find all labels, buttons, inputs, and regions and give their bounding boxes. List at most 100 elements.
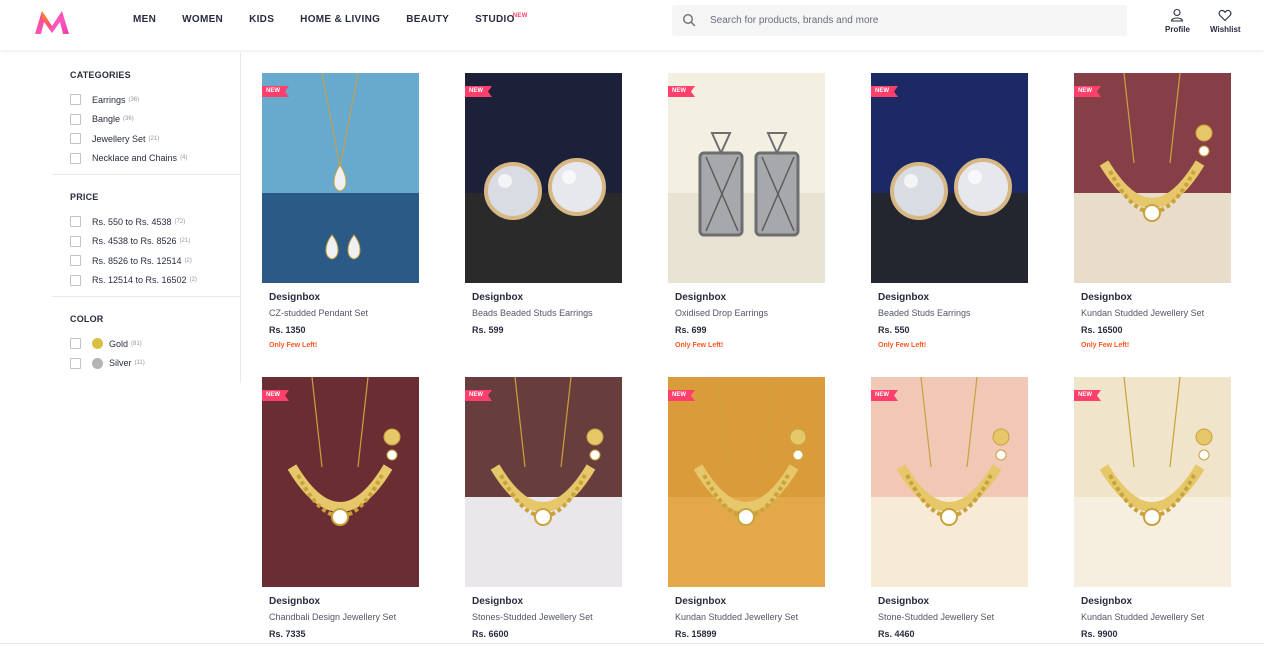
filter-option-count: (2) [189, 277, 197, 284]
categories-filter: CATEGORIES Earrings (36) Bangle (36) Jewelle… [52, 53, 240, 175]
wishlist-label: Wishlist [1210, 25, 1241, 34]
search-icon[interactable] [682, 13, 696, 27]
product-image[interactable]: NEW [871, 73, 1028, 283]
stock-warning: Only Few Left! [269, 342, 318, 349]
product-info: Designbox Kundan Studded Jewellery Set R… [1074, 283, 1231, 350]
product-price: Rs. 699 [675, 325, 707, 335]
product-brand: Designbox [675, 292, 727, 303]
filter-option-label: Earrings [92, 94, 126, 105]
nav-item[interactable]: STUDIO NEW [475, 13, 527, 26]
product-image[interactable]: NEW [262, 73, 419, 283]
product-price: Rs. 4460 [878, 629, 915, 639]
product-card[interactable]: NEW Designbox Beaded Studs Earrings Rs. … [871, 73, 1028, 350]
product-card[interactable]: NEW Designbox Kundan Studded Jewellery S… [1074, 377, 1231, 641]
new-tag: NEW [512, 13, 528, 19]
nav-label: HOME & LIVING [300, 14, 381, 25]
filter-option[interactable]: Rs. 4538 to Rs. 8526 (21) [70, 232, 240, 252]
checkbox[interactable] [70, 216, 81, 228]
nav-label: KIDS [249, 14, 275, 25]
product-card[interactable]: NEW Designbox Beads Beaded Studs Earring… [465, 73, 622, 337]
product-price: Rs. 7335 [269, 629, 306, 639]
stock-warning: Only Few Left! [1081, 342, 1130, 349]
filter-option[interactable]: Rs. 12514 to Rs. 16502 (2) [70, 271, 240, 291]
checkbox[interactable] [70, 235, 81, 247]
filter-option-label: Necklace and Chains [92, 153, 178, 164]
myntra-logo[interactable] [33, 8, 71, 36]
product-image[interactable]: NEW [465, 377, 622, 587]
filter-option-label: Rs. 4538 to Rs. 8526 [92, 236, 177, 247]
product-brand: Designbox [878, 596, 930, 607]
product-brand: Designbox [472, 292, 524, 303]
search-bar[interactable] [672, 5, 1127, 36]
color-swatch [92, 357, 103, 369]
product-price: Rs. 15899 [675, 629, 717, 639]
product-image[interactable]: NEW [465, 73, 622, 283]
filter-title: PRICE [70, 192, 99, 202]
checkbox[interactable] [70, 94, 81, 106]
nav-item[interactable]: HOME & LIVING [300, 14, 380, 26]
nav-item[interactable]: BEAUTY [406, 14, 449, 26]
product-image[interactable]: NEW [668, 377, 825, 587]
product-card[interactable]: NEW Designbox CZ-studded Pendant Set Rs.… [262, 73, 419, 350]
product-card[interactable]: NEW Designbox Kundan Studded Jewellery S… [1074, 73, 1231, 350]
product-name: Stones-Studded Jewellery Set [472, 612, 593, 622]
heart-icon [1218, 9, 1232, 22]
filter-option[interactable]: Silver (11) [70, 354, 240, 374]
product-brand: Designbox [1081, 596, 1133, 607]
filter-option[interactable]: Bangle (36) [70, 110, 240, 130]
product-name: Beaded Studs Earrings [878, 308, 971, 318]
product-image[interactable]: NEW [668, 73, 825, 283]
filter-sidebar: CATEGORIES Earrings (36) Bangle (36) Jewelle… [52, 53, 241, 383]
profile-button[interactable]: Profile [1165, 8, 1190, 34]
filter-option[interactable]: Earrings (36) [70, 90, 240, 110]
filter-option-label: Bangle [92, 114, 121, 125]
nav-item[interactable]: MEN [133, 14, 156, 26]
product-card[interactable]: NEW Designbox Kundan Studded Jewellery S… [668, 377, 825, 641]
checkbox[interactable] [70, 113, 81, 125]
filter-option[interactable]: Necklace and Chains (4) [70, 149, 240, 169]
product-card[interactable]: NEW Designbox Stone-Studded Jewellery Se… [871, 377, 1028, 641]
product-name: Kundan Studded Jewellery Set [1081, 612, 1205, 622]
product-price: Rs. 9900 [1081, 629, 1118, 639]
filter-title: CATEGORIES [70, 70, 131, 80]
checkbox[interactable] [70, 133, 81, 145]
product-image[interactable]: NEW [262, 377, 419, 587]
product-info: Designbox CZ-studded Pendant Set Rs. 135… [262, 283, 419, 350]
filter-option[interactable]: Rs. 8526 to Rs. 12514 (2) [70, 251, 240, 271]
filter-option-label: Rs. 8526 to Rs. 12514 [92, 255, 182, 266]
product-price: Rs. 1350 [269, 325, 306, 335]
product-info: Designbox Kundan Studded Jewellery Set R… [1074, 587, 1231, 641]
product-image[interactable]: NEW [871, 377, 1028, 587]
product-info: Designbox Beaded Studs Earrings Rs. 550 … [871, 283, 1028, 350]
product-image[interactable]: NEW [1074, 377, 1231, 587]
wishlist-button[interactable]: Wishlist [1210, 8, 1241, 34]
checkbox[interactable] [70, 338, 81, 350]
filter-option[interactable]: Jewellery Set (21) [70, 129, 240, 149]
product-price: Rs. 16500 [1081, 325, 1123, 335]
product-name: Kundan Studded Jewellery Set [675, 612, 799, 622]
filter-option[interactable]: Gold (81) [70, 334, 240, 354]
product-image[interactable]: NEW [1074, 73, 1231, 283]
filter-option[interactable]: Rs. 550 to Rs. 4538 (72) [70, 212, 240, 232]
product-name: Kundan Studded Jewellery Set [1081, 308, 1205, 318]
checkbox[interactable] [70, 357, 81, 369]
product-brand: Designbox [675, 596, 727, 607]
product-brand: Designbox [269, 596, 321, 607]
filter-option-count: (4) [180, 155, 188, 162]
product-card[interactable]: NEW Designbox Oxidised Drop Earrings Rs.… [668, 73, 825, 350]
filter-option-count: (81) [131, 340, 142, 347]
nav-item[interactable]: KIDS [249, 14, 274, 26]
nav-item[interactable]: WOMEN [182, 14, 223, 26]
stock-warning: Only Few Left! [878, 342, 927, 349]
nav-label: BEAUTY [406, 14, 450, 25]
product-name: Oxidised Drop Earrings [675, 308, 769, 318]
product-card[interactable]: NEW Designbox Stones-Studded Jewellery S… [465, 377, 622, 641]
checkbox[interactable] [70, 152, 81, 164]
new-badge: NEW [1074, 390, 1101, 401]
checkbox[interactable] [70, 274, 81, 286]
search-input[interactable] [710, 5, 1110, 36]
filter-option-count: (36) [128, 96, 140, 103]
checkbox[interactable] [70, 255, 81, 267]
product-card[interactable]: NEW Designbox Chandbali Design Jewellery… [262, 377, 419, 641]
filter-option-label: Jewellery Set [92, 133, 146, 144]
